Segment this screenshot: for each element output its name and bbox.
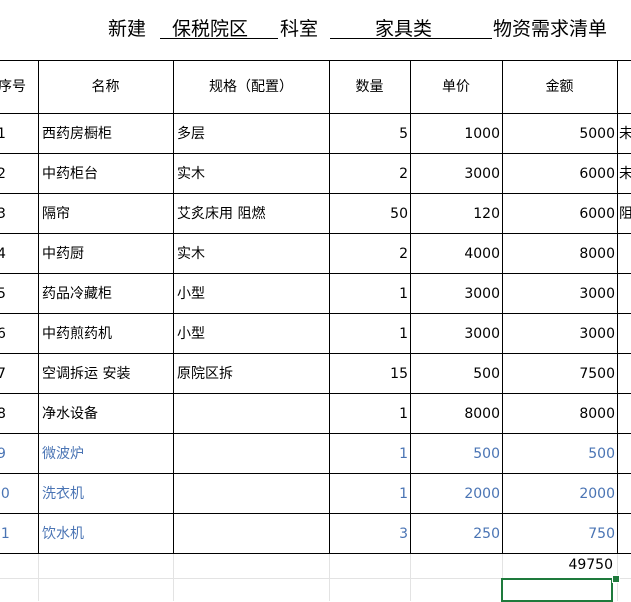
cell-index[interactable]: 7	[0, 354, 37, 394]
cell-price[interactable]: 3000	[410, 274, 500, 314]
cell-amount[interactable]: 750	[502, 514, 615, 554]
cell-spec[interactable]	[177, 394, 327, 434]
cell-index[interactable]: 2	[0, 154, 37, 194]
cell-index[interactable]: 4	[0, 234, 37, 274]
cell-spec[interactable]: 小型	[177, 274, 327, 314]
cell-spec[interactable]: 小型	[177, 314, 327, 354]
cell-name[interactable]: 中药柜台	[42, 154, 170, 194]
cell-qty[interactable]: 3	[329, 514, 408, 554]
cell-amount[interactable]: 6000	[502, 154, 615, 194]
cell-price[interactable]: 8000	[410, 394, 500, 434]
column-border	[38, 60, 39, 553]
cell-spec[interactable]	[177, 514, 327, 554]
cell-qty[interactable]: 5	[329, 114, 408, 154]
title-campus: 保税院区	[172, 18, 249, 40]
header-spec[interactable]: 规格（配置）	[173, 61, 329, 114]
cell-price[interactable]: 250	[410, 514, 500, 554]
cell-qty[interactable]: 1	[329, 394, 408, 434]
cell-spec[interactable]: 原院区拆	[177, 354, 327, 394]
cell-price[interactable]: 3000	[410, 154, 500, 194]
title-suffix: 物资需求清单	[493, 18, 608, 40]
cell-price[interactable]: 500	[410, 434, 500, 474]
cell-index[interactable]: 5	[0, 274, 37, 314]
cell-spec[interactable]: 实木	[177, 234, 327, 274]
cell-spec[interactable]	[177, 434, 327, 474]
cell-name[interactable]: 中药厨	[42, 234, 170, 274]
gridline	[329, 554, 330, 601]
cell-amount[interactable]: 3000	[502, 314, 615, 354]
cell-amount[interactable]: 6000	[502, 194, 615, 234]
cell-name[interactable]: 饮水机	[42, 514, 170, 554]
cell-price[interactable]: 2000	[410, 474, 500, 514]
cell-index[interactable]: 9	[0, 434, 37, 474]
column-border	[173, 60, 174, 553]
cell-note[interactable]: 未	[619, 114, 631, 154]
header-index[interactable]: 序号	[0, 61, 38, 114]
cell-amount[interactable]: 8000	[502, 394, 615, 434]
cell-price[interactable]: 120	[410, 194, 500, 234]
fill-handle[interactable]	[612, 575, 620, 583]
title-prefix: 新建	[108, 18, 147, 40]
cell-qty[interactable]: 1	[329, 474, 408, 514]
cell-index[interactable]: 1	[0, 114, 37, 154]
cell-spec[interactable]: 实木	[177, 154, 327, 194]
cell-amount[interactable]: 7500	[502, 354, 615, 394]
cell-price[interactable]: 500	[410, 354, 500, 394]
gridline	[38, 554, 39, 601]
cell-amount[interactable]: 5000	[502, 114, 615, 154]
column-border	[617, 60, 618, 553]
cell-qty[interactable]: 1	[329, 434, 408, 474]
cell-qty[interactable]: 2	[329, 154, 408, 194]
cell-amount[interactable]: 500	[502, 434, 615, 474]
cell-name[interactable]: 隔帘	[42, 194, 170, 234]
header-amount[interactable]: 金额	[502, 61, 617, 114]
gridline	[410, 554, 411, 601]
cell-index[interactable]: 6	[0, 314, 37, 354]
header-qty[interactable]: 数量	[329, 61, 410, 114]
cell-name[interactable]: 净水设备	[42, 394, 170, 434]
title-dept-word: 科室	[280, 18, 319, 40]
cell-qty[interactable]: 1	[329, 314, 408, 354]
cell-price[interactable]: 3000	[410, 314, 500, 354]
cell-note[interactable]: 阻	[619, 194, 631, 234]
cell-amount[interactable]: 3000	[502, 274, 615, 314]
header-name[interactable]: 名称	[38, 61, 173, 114]
total-amount-cell[interactable]: 49750	[503, 551, 617, 579]
cell-name[interactable]: 微波炉	[42, 434, 170, 474]
cell-index[interactable]: 8	[0, 394, 37, 434]
cell-price[interactable]: 4000	[410, 234, 500, 274]
cell-index[interactable]: 11	[0, 514, 32, 554]
cell-name[interactable]: 中药煎药机	[42, 314, 170, 354]
cell-spec[interactable]: 艾炙床用 阻燃	[177, 194, 327, 234]
header-price[interactable]: 单价	[410, 61, 502, 114]
cell-index[interactable]: 10	[0, 474, 32, 514]
cell-name[interactable]: 药品冷藏柜	[42, 274, 170, 314]
cell-price[interactable]: 1000	[410, 114, 500, 154]
cell-name[interactable]: 洗衣机	[42, 474, 170, 514]
gridline	[173, 554, 174, 601]
cell-name[interactable]: 西药房橱柜	[42, 114, 170, 154]
cell-qty[interactable]: 50	[329, 194, 408, 234]
cell-qty[interactable]: 1	[329, 274, 408, 314]
cell-note[interactable]: 未	[619, 154, 631, 194]
title-category: 家具类	[375, 18, 433, 40]
sheet-title: 新建 保税院区 科室 家具类 物资需求清单	[0, 0, 631, 60]
cell-amount[interactable]: 8000	[502, 234, 615, 274]
selected-cell[interactable]	[501, 578, 613, 602]
title-underline-campus	[160, 38, 278, 39]
cell-qty[interactable]: 15	[329, 354, 408, 394]
cell-index[interactable]: 3	[0, 194, 37, 234]
title-underline-category	[330, 38, 492, 39]
cell-spec[interactable]: 多层	[177, 114, 327, 154]
cell-amount[interactable]: 2000	[502, 474, 615, 514]
cell-spec[interactable]	[177, 474, 327, 514]
cell-qty[interactable]: 2	[329, 234, 408, 274]
cell-name[interactable]: 空调拆运 安装	[42, 354, 170, 394]
